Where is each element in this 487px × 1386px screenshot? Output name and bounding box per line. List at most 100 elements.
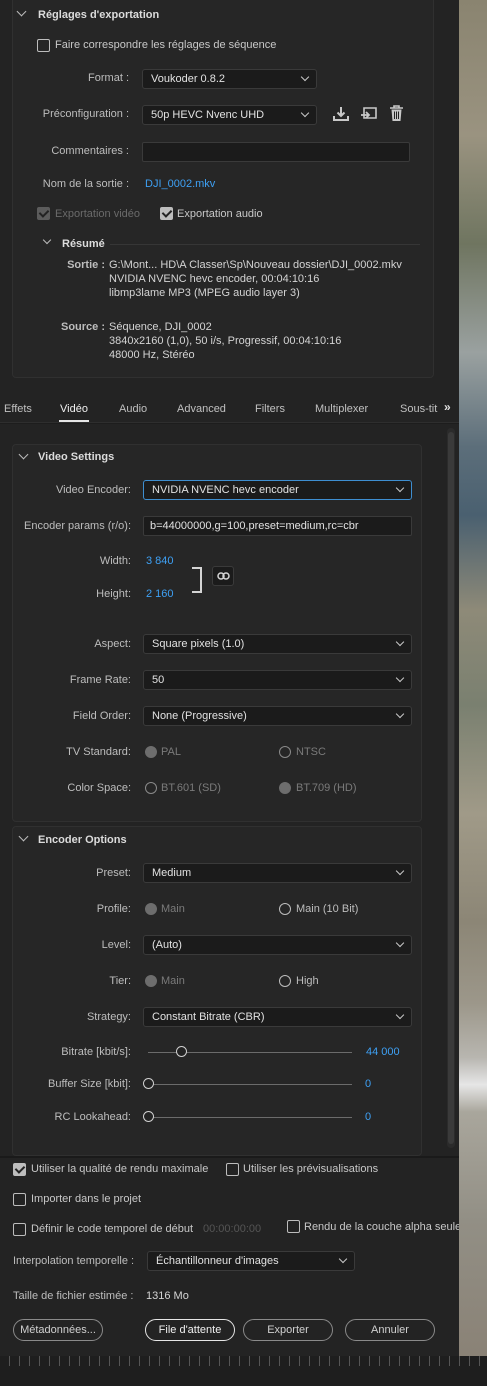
frame-rate-select[interactable]: 50 bbox=[143, 670, 412, 690]
alpha-only-label: Rendu de la couche alpha seule bbox=[304, 1221, 459, 1233]
use-previews-checkbox[interactable] bbox=[226, 1163, 239, 1176]
aspect-link-button[interactable] bbox=[212, 566, 234, 586]
chevron-down-icon bbox=[395, 483, 405, 493]
buffer-size-value[interactable]: 0 bbox=[365, 1078, 371, 1090]
export-audio-checkbox[interactable] bbox=[160, 207, 173, 220]
chevron-down-icon bbox=[395, 637, 405, 647]
chevron-down-icon bbox=[300, 108, 310, 118]
summary-output-line-1: G:\Mont... HD\A Classer\Sp\Nouveau dossi… bbox=[109, 259, 402, 271]
output-name-label: Nom de la sortie : bbox=[42, 178, 129, 190]
encoder-params-label: Encoder params (r/o): bbox=[24, 520, 131, 532]
tab-advanced[interactable]: Advanced bbox=[177, 403, 226, 415]
preset-label: Préconfiguration : bbox=[42, 108, 129, 120]
tab-filters[interactable]: Filters bbox=[255, 403, 285, 415]
video-settings-box bbox=[12, 444, 422, 822]
frame-rate-label: Frame Rate: bbox=[69, 674, 131, 686]
color-space-bt601-radio[interactable] bbox=[145, 782, 157, 794]
summary-title: Résumé bbox=[62, 238, 105, 250]
tv-standard-pal-label: PAL bbox=[161, 746, 181, 758]
tier-high-radio[interactable] bbox=[279, 975, 291, 987]
profile-main-radio[interactable] bbox=[145, 903, 157, 915]
preset-select[interactable]: 50p HEVC Nvenc UHD bbox=[142, 105, 317, 125]
summary-divider bbox=[110, 244, 420, 245]
color-space-bt709-radio[interactable] bbox=[279, 782, 291, 794]
tv-standard-pal-radio[interactable] bbox=[145, 746, 157, 758]
cancel-button[interactable]: Annuler bbox=[345, 1319, 435, 1341]
format-value: Voukoder 0.8.2 bbox=[151, 73, 226, 85]
export-video-checkbox[interactable] bbox=[37, 207, 50, 220]
import-project-label: Importer dans le projet bbox=[31, 1193, 142, 1205]
buffer-size-slider-track[interactable] bbox=[148, 1084, 352, 1085]
tab-sous-titres[interactable]: Sous-tit bbox=[400, 403, 442, 415]
start-timecode-checkbox[interactable] bbox=[13, 1223, 26, 1236]
width-value[interactable]: 3 840 bbox=[146, 555, 174, 567]
encoder-params-field[interactable]: b=44000000,g=100,preset=medium,rc=cbr bbox=[143, 516, 412, 536]
format-label: Format : bbox=[88, 72, 129, 84]
bitrate-value[interactable]: 44 000 bbox=[366, 1046, 400, 1058]
output-name-link[interactable]: DJI_0002.mkv bbox=[145, 178, 215, 190]
chain-link-icon bbox=[217, 572, 230, 580]
interpolation-select[interactable]: Échantillonneur d'images bbox=[147, 1251, 355, 1271]
chevron-down-icon bbox=[300, 72, 310, 82]
strategy-select[interactable]: Constant Bitrate (CBR) bbox=[143, 1007, 412, 1027]
height-value[interactable]: 2 160 bbox=[146, 588, 174, 600]
preset-option-value: Medium bbox=[152, 867, 192, 879]
start-timecode-value[interactable]: 00:00:00:00 bbox=[203, 1223, 261, 1235]
tier-main-radio[interactable] bbox=[145, 975, 157, 987]
tab-effets[interactable]: Effets bbox=[4, 403, 32, 415]
profile-main-label: Main bbox=[161, 903, 185, 915]
start-timecode-label: Définir le code temporel de début bbox=[31, 1223, 194, 1235]
preset-option-select[interactable]: Medium bbox=[143, 863, 412, 883]
format-select[interactable]: Voukoder 0.8.2 bbox=[142, 69, 317, 89]
tab-audio[interactable]: Audio bbox=[119, 403, 147, 415]
tv-standard-ntsc-radio[interactable] bbox=[279, 746, 291, 758]
strategy-label: Strategy: bbox=[86, 1011, 131, 1023]
video-encoder-value: NVIDIA NVENC hevc encoder bbox=[152, 484, 299, 496]
export-video-label: Exportation vidéo bbox=[55, 208, 140, 220]
aspect-value: Square pixels (1.0) bbox=[152, 638, 245, 650]
rc-lookahead-value[interactable]: 0 bbox=[365, 1111, 371, 1123]
chevron-down-icon bbox=[395, 938, 405, 948]
tab-multiplexer[interactable]: Multiplexer bbox=[315, 403, 368, 415]
metadata-button[interactable]: Métadonnées... bbox=[13, 1319, 103, 1341]
tv-standard-ntsc-label: NTSC bbox=[296, 746, 326, 758]
filesize-value: 1316 Mo bbox=[146, 1290, 189, 1302]
summary-output-line-2: NVIDIA NVENC hevc encoder, 00:04:10:16 bbox=[109, 273, 320, 285]
max-quality-checkbox[interactable] bbox=[13, 1163, 26, 1176]
color-space-bt601-label: BT.601 (SD) bbox=[161, 782, 221, 794]
comments-input[interactable] bbox=[142, 142, 410, 162]
encoder-options-title: Encoder Options bbox=[38, 834, 127, 846]
field-order-value: None (Progressive) bbox=[152, 710, 247, 722]
filesize-label: Taille de fichier estimée : bbox=[13, 1290, 134, 1302]
comments-label: Commentaires : bbox=[51, 145, 129, 157]
color-space-bt709-label: BT.709 (HD) bbox=[296, 782, 357, 794]
export-button[interactable]: Exporter bbox=[243, 1319, 333, 1341]
video-encoder-select[interactable]: NVIDIA NVENC hevc encoder bbox=[143, 480, 412, 500]
match-sequence-checkbox[interactable] bbox=[37, 39, 50, 52]
summary-source-line-3: 48000 Hz, Stéréo bbox=[109, 349, 195, 361]
bitrate-slider-knob[interactable] bbox=[175, 1046, 187, 1057]
field-order-select[interactable]: None (Progressive) bbox=[143, 706, 412, 726]
buffer-size-slider-knob[interactable] bbox=[143, 1078, 154, 1089]
import-preset-icon[interactable] bbox=[360, 106, 378, 122]
profile-main10-label: Main (10 Bit) bbox=[296, 903, 359, 915]
aspect-select[interactable]: Square pixels (1.0) bbox=[143, 634, 412, 654]
summary-output-label: Sortie : bbox=[67, 259, 105, 271]
rc-lookahead-slider-track[interactable] bbox=[148, 1117, 352, 1118]
double-chevron-right-icon[interactable]: » bbox=[444, 400, 451, 414]
import-project-checkbox[interactable] bbox=[13, 1193, 26, 1206]
buffer-size-label: Buffer Size [kbit]: bbox=[48, 1078, 131, 1090]
delete-preset-icon[interactable] bbox=[389, 105, 404, 122]
level-select[interactable]: (Auto) bbox=[143, 935, 412, 955]
chevron-down-icon bbox=[395, 866, 405, 876]
scrollbar-thumb[interactable] bbox=[448, 432, 454, 1144]
level-label: Level: bbox=[101, 939, 131, 951]
tab-video[interactable]: Vidéo bbox=[60, 403, 88, 415]
alpha-only-checkbox[interactable] bbox=[287, 1220, 300, 1233]
width-label: Width: bbox=[99, 555, 131, 567]
queue-button[interactable]: File d'attente bbox=[145, 1319, 235, 1341]
profile-main10-radio[interactable] bbox=[279, 903, 291, 915]
save-preset-icon[interactable] bbox=[333, 106, 349, 122]
rc-lookahead-slider-knob[interactable] bbox=[143, 1111, 154, 1122]
interpolation-label: Interpolation temporelle : bbox=[13, 1255, 135, 1267]
